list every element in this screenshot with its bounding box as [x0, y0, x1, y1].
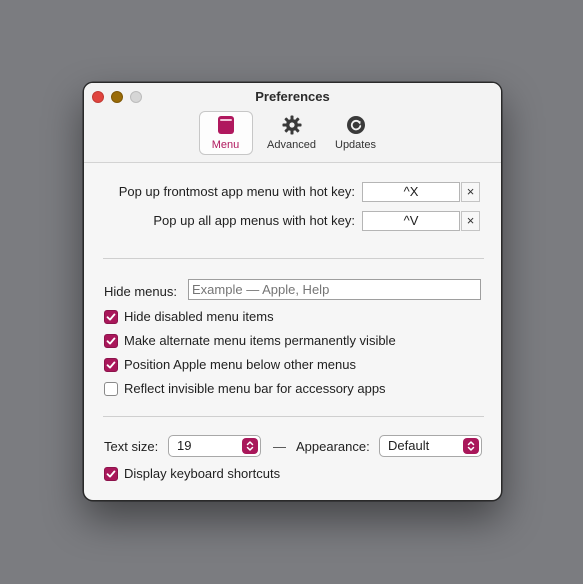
hide-menus-label: Hide menus: — [104, 284, 177, 299]
divider — [103, 258, 484, 259]
menu-pane: Pop up frontmost app menu with hot key: … — [84, 163, 501, 500]
chevron-updown-icon — [242, 438, 258, 454]
option-reflect-invisible[interactable]: Reflect invisible menu bar for accessory… — [104, 381, 386, 396]
all-menus-hotkey-clear-button[interactable]: × — [461, 211, 480, 231]
window-title: Preferences — [255, 89, 330, 104]
tab-menu[interactable]: Menu — [198, 111, 253, 155]
hide-menus-input[interactable] — [188, 279, 481, 300]
tab-advanced[interactable]: Advanced — [261, 111, 323, 155]
option-apple-menu-below[interactable]: Position Apple menu below other menus — [104, 357, 356, 372]
checkbox-checked-icon[interactable] — [104, 309, 118, 324]
frontmost-hotkey-clear-button[interactable]: × — [461, 182, 480, 202]
checkbox-unchecked-icon[interactable] — [104, 381, 118, 396]
option-label: Display keyboard shortcuts — [124, 466, 281, 481]
checkbox-checked-icon[interactable] — [104, 357, 118, 372]
update-refresh-icon — [346, 115, 366, 135]
text-size-label: Text size: — [104, 439, 159, 454]
frontmost-hotkey-field[interactable]: ^X — [362, 182, 460, 202]
gear-icon — [282, 115, 302, 135]
preferences-toolbar: Menu Advanced Updates — [84, 111, 501, 155]
option-hide-disabled[interactable]: Hide disabled menu items — [104, 309, 274, 324]
divider — [103, 416, 484, 417]
text-size-popup[interactable]: 19 — [168, 435, 261, 457]
option-label: Make alternate menu items permanently vi… — [124, 333, 396, 348]
appearance-value: Default — [388, 438, 430, 453]
checkbox-checked-icon[interactable] — [104, 333, 118, 348]
tab-updates-label: Updates — [335, 139, 376, 151]
frontmost-hotkey-label: Pop up frontmost app menu with hot key: — [118, 184, 355, 199]
menu-book-icon — [217, 115, 235, 135]
tab-menu-label: Menu — [211, 139, 240, 151]
tab-updates[interactable]: Updates — [325, 111, 387, 155]
preferences-window: Preferences Menu Advanced Updates Pop up… — [83, 82, 502, 501]
tab-advanced-label: Advanced — [267, 139, 316, 151]
separator-dash: — — [273, 439, 286, 454]
option-display-shortcuts[interactable]: Display keyboard shortcuts — [104, 466, 280, 481]
option-alternate-visible[interactable]: Make alternate menu items permanently vi… — [104, 333, 396, 348]
all-menus-hotkey-field[interactable]: ^V — [362, 211, 460, 231]
all-menus-hotkey-label: Pop up all app menus with hot key: — [153, 213, 355, 228]
option-label: Reflect invisible menu bar for accessory… — [124, 381, 386, 396]
option-label: Hide disabled menu items — [124, 309, 274, 324]
appearance-popup[interactable]: Default — [379, 435, 482, 457]
chevron-updown-icon — [463, 438, 479, 454]
option-label: Position Apple menu below other menus — [124, 357, 356, 372]
titlebar: Preferences Menu Advanced Updates — [84, 83, 501, 163]
checkbox-checked-icon[interactable] — [104, 466, 118, 481]
text-size-value: 19 — [177, 438, 192, 453]
appearance-label: Appearance: — [296, 439, 370, 454]
